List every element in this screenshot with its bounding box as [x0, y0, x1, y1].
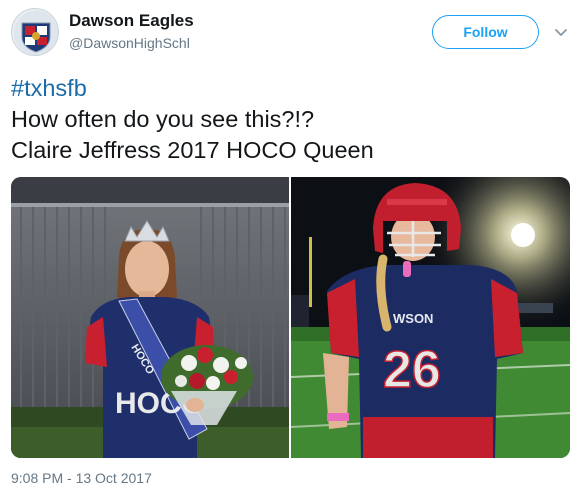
media-grid: HOCO HOCO WSON 26 [11, 177, 570, 458]
tweet-text-line: How often do you see this?!? [11, 106, 315, 132]
user-handle[interactable]: @DawsonHighSchl [69, 35, 190, 51]
photo-homecoming-queen[interactable]: HOCO HOCO [11, 177, 289, 458]
more-options-button[interactable] [553, 24, 569, 40]
chevron-down-icon [555, 29, 567, 36]
tweet-header: Dawson Eagles @DawsonHighSchl Follow [0, 0, 581, 64]
avatar[interactable] [11, 8, 59, 56]
timestamp[interactable]: 9:08 PM - 13 Oct 2017 [11, 470, 152, 486]
photo-football-player[interactable]: WSON 26 [291, 177, 570, 458]
eagles-crest-icon [14, 11, 58, 55]
hashtag-link[interactable]: #txhsfb [11, 73, 374, 104]
display-name[interactable]: Dawson Eagles [69, 11, 194, 31]
jersey-text: WSON [393, 311, 433, 326]
jersey-number: 26 [383, 341, 441, 399]
tweet-text: #txhsfb How often do you see this?!? Cla… [11, 73, 374, 166]
tweet-text-line: Claire Jeffress 2017 HOCO Queen [11, 137, 374, 163]
follow-button[interactable]: Follow [432, 15, 539, 49]
